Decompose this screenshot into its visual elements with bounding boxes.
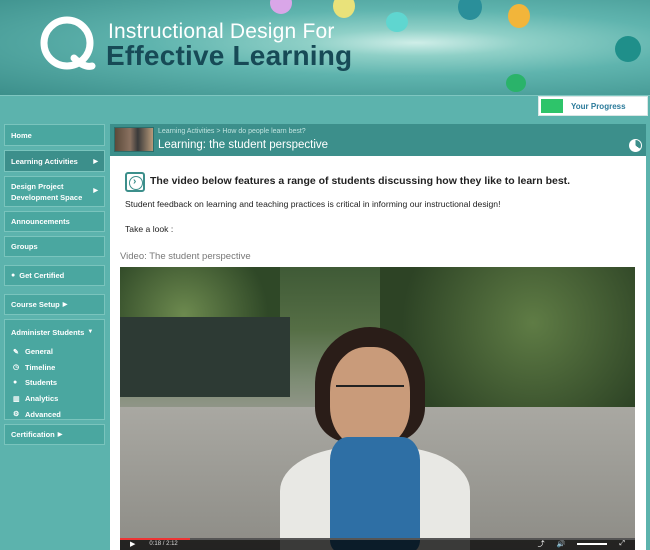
header-banner: Instructional Design For Effective Learn…: [0, 0, 650, 95]
balloon-decoration: [508, 4, 530, 28]
logo-icon: [40, 16, 96, 70]
progress-indicator: [541, 99, 563, 113]
sidebar-nav: Home Learning Activities ▶ Design Projec…: [4, 124, 105, 449]
sidebar-item-analytics[interactable]: ▥ Analytics: [5, 391, 104, 407]
balloon-decoration: [458, 0, 482, 20]
sidebar-item-timeline[interactable]: ◷ Timeline: [5, 360, 104, 376]
sidebar-item-groups[interactable]: Groups: [4, 236, 105, 257]
sidebar-item-label: Groups: [11, 242, 38, 251]
sidebar-item-certification[interactable]: Certification ▶: [4, 424, 105, 445]
sidebar-item-label: Students: [25, 378, 58, 388]
completion-pie-icon[interactable]: [629, 139, 642, 152]
balloon-decoration: [333, 0, 355, 18]
chevron-down-icon: ▼: [87, 329, 94, 335]
breadcrumb-separator: >: [216, 128, 221, 135]
video-time: 0:18 / 2:12: [149, 541, 178, 547]
administer-students-group: Administer Students ▼ ✎ General ◷ Timeli…: [4, 319, 105, 420]
balloon-decoration: [386, 12, 408, 32]
video-progress-fill: [120, 538, 191, 540]
chevron-right-icon: ▶: [93, 158, 98, 165]
content-header: Learning Activities > How do people lear…: [110, 124, 646, 156]
video-right-controls: ⤴ 🔊 ⤢: [538, 539, 625, 549]
balloon-decoration: [615, 36, 641, 62]
sidebar-item-design-project[interactable]: Design Project Development Space ▶: [4, 176, 105, 207]
video-current-time: 0:18: [149, 541, 162, 547]
share-icon[interactable]: ⤴: [538, 539, 545, 549]
administer-students-toggle[interactable]: Administer Students ▼: [5, 320, 104, 344]
video-play-circle-icon: ›: [125, 172, 145, 192]
chevron-right-icon: ▶: [93, 188, 98, 194]
edit-icon: ✎: [13, 348, 19, 356]
sidebar-item-label: General: [25, 347, 53, 357]
video-duration: 2:12: [166, 541, 178, 547]
content-panel: › The video below features a range of st…: [110, 156, 646, 550]
take-a-look-text: Take a look :: [125, 224, 174, 234]
activity-thumbnail: [114, 127, 154, 152]
sidebar-item-label: Course Setup: [11, 300, 60, 309]
chevron-right-icon: ▶: [62, 302, 68, 308]
banner-title-line2: Effective Learning: [106, 40, 353, 71]
sidebar-item-label: Timeline: [25, 362, 56, 372]
gears-icon: ⚙: [13, 411, 20, 419]
your-progress-label: Your Progress: [571, 101, 626, 111]
clock-icon: ◷: [13, 364, 20, 372]
breadcrumb: Learning Activities > How do people lear…: [158, 128, 306, 135]
fullscreen-icon[interactable]: ⤢: [619, 540, 625, 548]
sidebar-item-general[interactable]: ✎ General: [5, 344, 104, 360]
sidebar-item-label: Learning Activities: [11, 156, 78, 166]
sidebar-item-get-certified[interactable]: ● Get Certified: [4, 265, 105, 286]
sidebar-item-label: Administer Students: [11, 327, 85, 337]
sidebar-item-learning-activities[interactable]: Learning Activities ▶: [4, 150, 105, 172]
student-glasses: [336, 385, 404, 399]
volume-slider[interactable]: [577, 543, 608, 545]
sidebar-item-label: Certification: [11, 430, 55, 439]
video-intro-heading: The video below features a range of stud…: [150, 175, 571, 187]
balloon-decoration: [506, 74, 526, 92]
sidebar-item-label: Analytics: [25, 394, 59, 404]
intro-paragraph: Student feedback on learning and teachin…: [125, 199, 501, 209]
sidebar-item-students[interactable]: ● Students: [5, 375, 104, 391]
page-title: Learning: the student perspective: [158, 139, 329, 151]
student-scarf: [330, 437, 420, 550]
play-icon[interactable]: ▶: [130, 540, 135, 548]
dot-icon: ●: [11, 272, 16, 279]
sidebar-item-course-setup[interactable]: Course Setup ▶: [4, 294, 105, 315]
video-progress-bar[interactable]: [120, 538, 635, 540]
breadcrumb-current[interactable]: How do people learn best?: [222, 128, 305, 135]
sidebar-item-label: Advanced: [25, 409, 61, 419]
video-caption: Video: The student perspective: [120, 251, 251, 262]
sidebar-item-label: Design Project Development Space: [11, 181, 83, 202]
sidebar-item-label: Announcements: [11, 217, 70, 226]
breadcrumb-link-learning-activities[interactable]: Learning Activities: [158, 128, 214, 135]
video-controls: ▶ 0:18 / 2:12 ⤴ 🔊 ⤢: [120, 538, 635, 550]
sidebar-item-advanced[interactable]: ⚙ Advanced: [5, 406, 104, 422]
volume-icon[interactable]: 🔊: [557, 540, 566, 548]
video-frame-student: [260, 327, 490, 550]
video-player[interactable]: ▶ 0:18 / 2:12 ⤴ 🔊 ⤢: [120, 267, 635, 550]
sidebar-item-home[interactable]: Home: [4, 124, 105, 146]
sidebar-item-announcements[interactable]: Announcements: [4, 211, 105, 232]
chevron-right-icon: ▶: [57, 432, 63, 438]
user-icon: ●: [13, 379, 18, 387]
your-progress-button[interactable]: Your Progress: [538, 96, 648, 116]
balloon-decoration: [270, 0, 292, 14]
sidebar-item-label: Get Certified: [19, 271, 65, 280]
chart-icon: ▥: [13, 395, 20, 403]
sidebar-item-label: Home: [11, 130, 32, 140]
